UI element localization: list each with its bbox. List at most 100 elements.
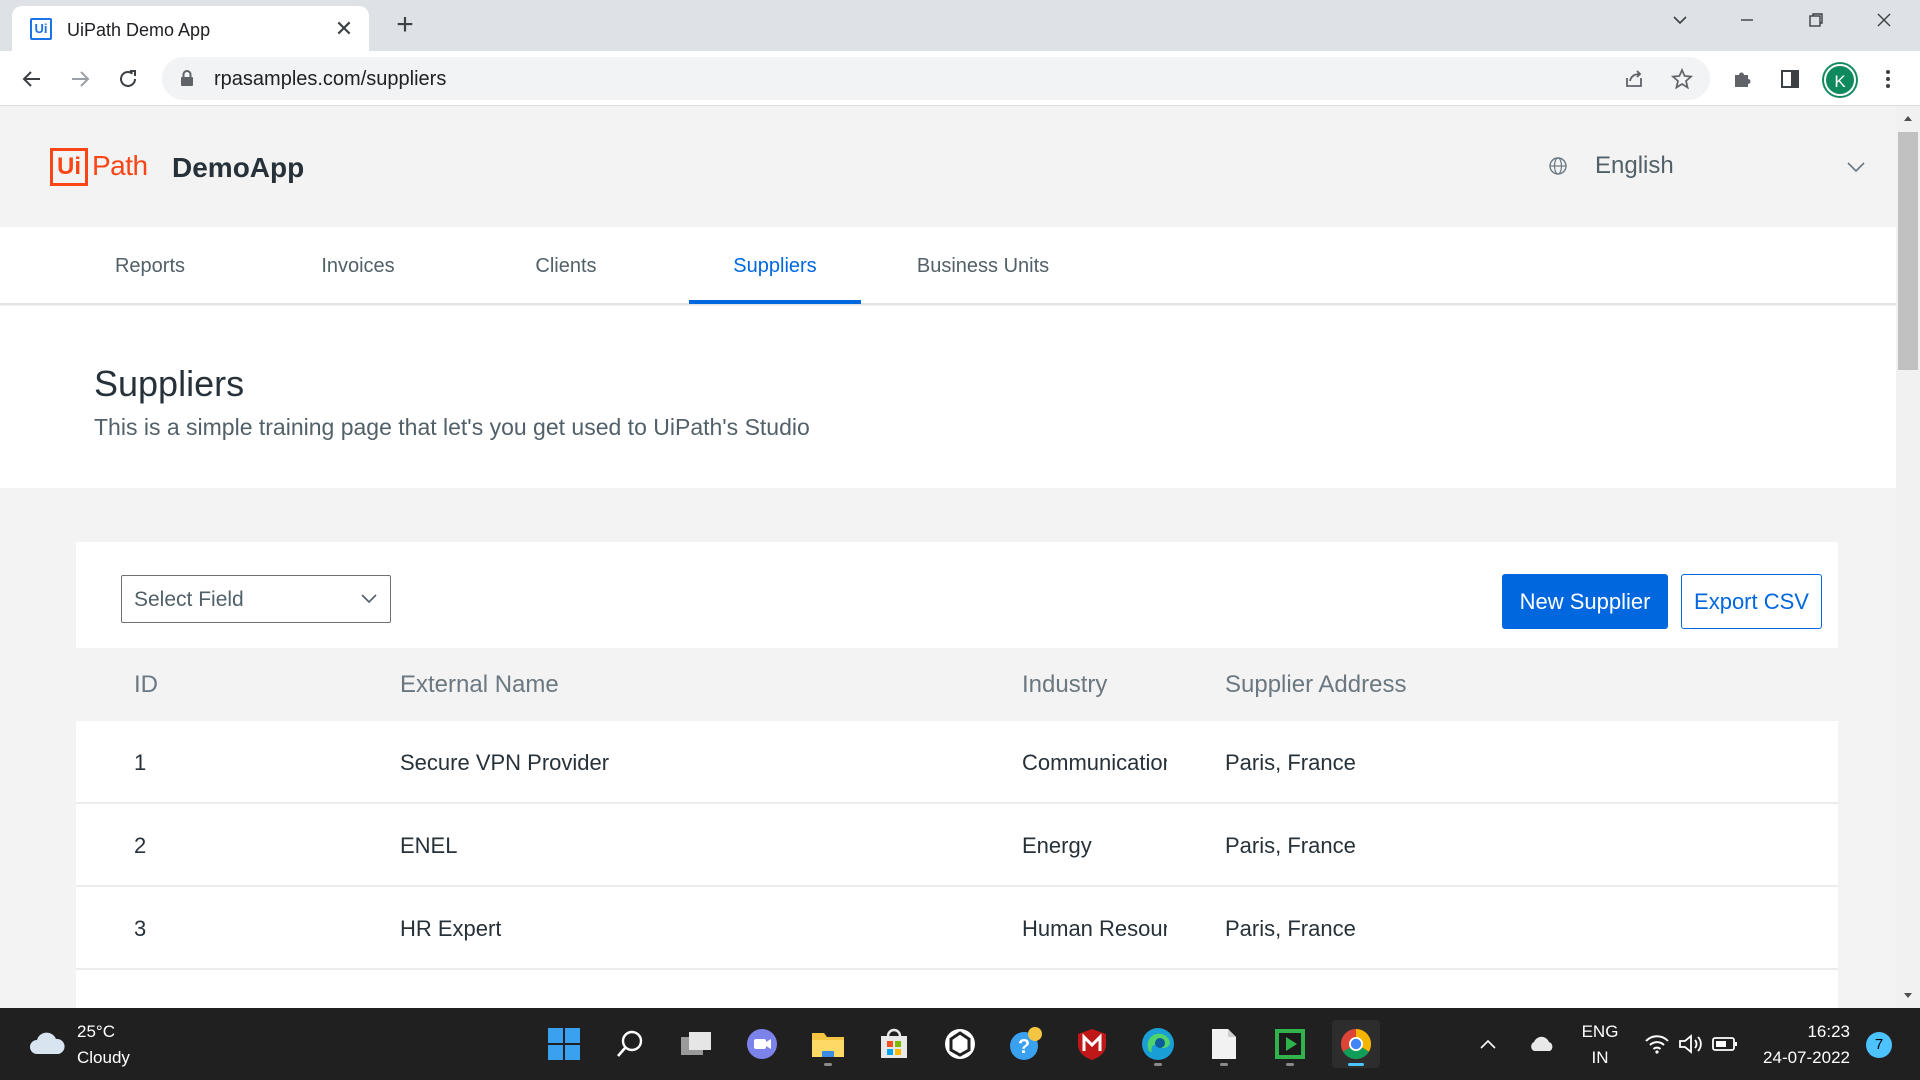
table-row[interactable]: 2 ENEL Energy Paris, France xyxy=(76,804,1838,887)
lock-icon[interactable] xyxy=(180,70,194,92)
input-language-line1[interactable]: ENG xyxy=(1574,1022,1626,1042)
notepad-file-icon[interactable] xyxy=(1200,1020,1248,1068)
app-name: DemoApp xyxy=(172,152,305,183)
uipath-logo-box: Ui xyxy=(50,148,88,186)
page-description: This is a simple training page that let'… xyxy=(94,414,810,440)
svg-text:?: ? xyxy=(1018,1036,1030,1058)
weather-condition[interactable]: Cloudy xyxy=(77,1048,130,1068)
cell-external-name: Secure VPN Provider xyxy=(400,750,610,775)
profile-avatar[interactable]: K xyxy=(1824,64,1856,96)
browser-tab[interactable]: Ui UiPath Demo App ✕ xyxy=(12,6,369,51)
table-row[interactable]: 3 HR Expert Human Resources Paris, Franc… xyxy=(76,887,1838,970)
tab-clients[interactable]: Clients xyxy=(506,227,626,305)
minimize-icon[interactable] xyxy=(1727,8,1767,38)
tab-title: UiPath Demo App xyxy=(67,20,211,40)
extensions-puzzle-icon[interactable] xyxy=(1728,65,1756,93)
tab-search-chevron-icon[interactable] xyxy=(1660,8,1700,38)
app-header: Ui Path DemoApp English xyxy=(0,106,1896,227)
main-nav: Reports Invoices Clients Suppliers Busin… xyxy=(0,227,1896,305)
close-window-icon[interactable] xyxy=(1864,8,1904,38)
address-bar[interactable]: rpasamples.com/suppliers xyxy=(162,57,1710,100)
cell-supplier-address: Paris, France xyxy=(1225,916,1356,941)
chevron-down-icon[interactable] xyxy=(1846,160,1866,178)
notification-count-badge[interactable]: 7 xyxy=(1866,1032,1892,1058)
close-tab-icon[interactable]: ✕ xyxy=(331,16,357,42)
taskbar: 25°C Cloudy ? ENG IN 16:23 24-07-2022 7 xyxy=(0,1008,1920,1080)
wifi-icon[interactable] xyxy=(1640,1020,1674,1068)
cell-id: 2 xyxy=(134,833,147,858)
active-app-indicator xyxy=(1348,1063,1364,1066)
input-language-line2[interactable]: IN xyxy=(1574,1048,1626,1068)
forward-arrow-icon[interactable] xyxy=(64,63,96,95)
tab-reports[interactable]: Reports xyxy=(90,227,210,305)
side-panel-icon[interactable] xyxy=(1776,65,1804,93)
back-arrow-icon[interactable] xyxy=(16,63,48,95)
battery-icon[interactable] xyxy=(1708,1020,1742,1068)
share-icon[interactable] xyxy=(1622,67,1646,91)
restore-icon[interactable] xyxy=(1796,8,1836,38)
weather-temperature[interactable]: 25°C xyxy=(77,1022,115,1042)
cell-id: 1 xyxy=(134,750,147,775)
cell-external-name: ENEL xyxy=(400,833,458,858)
page-title: Suppliers xyxy=(94,363,245,404)
table-row[interactable]: 1 Secure VPN Provider Communications Par… xyxy=(76,721,1838,804)
scroll-up-arrow-icon[interactable] xyxy=(1903,114,1913,122)
url-text[interactable]: rpasamples.com/suppliers xyxy=(214,68,446,91)
export-csv-button[interactable]: Export CSV xyxy=(1681,574,1822,629)
page-header: Suppliers This is a simple training page… xyxy=(0,306,1896,488)
running-indicator xyxy=(1220,1063,1228,1066)
table-header: ID External Name Industry Supplier Addre… xyxy=(76,648,1838,721)
file-explorer-icon[interactable] xyxy=(804,1020,852,1068)
select-field-dropdown[interactable]: Select Field xyxy=(121,575,391,623)
search-icon[interactable] xyxy=(606,1020,654,1068)
active-tab-indicator xyxy=(689,300,861,304)
globe-icon xyxy=(1548,156,1568,181)
cell-supplier-address: Paris, France xyxy=(1225,750,1356,775)
edge-browser-icon[interactable] xyxy=(1134,1020,1182,1068)
new-tab-icon[interactable]: + xyxy=(390,10,420,40)
suppliers-card: Select Field New Supplier Export CSV ID … xyxy=(76,542,1838,1008)
uipath-assistant-icon[interactable] xyxy=(936,1020,984,1068)
task-view-icon[interactable] xyxy=(672,1020,720,1068)
scrollbar-thumb[interactable] xyxy=(1898,132,1918,370)
column-header-industry[interactable]: Industry xyxy=(1022,648,1107,721)
teams-chat-icon[interactable] xyxy=(738,1020,786,1068)
uipath-favicon-icon: Ui xyxy=(30,18,52,40)
browser-menu-icon[interactable] xyxy=(1874,65,1902,93)
tab-suppliers[interactable]: Suppliers xyxy=(689,227,861,305)
select-field-placeholder: Select Field xyxy=(134,588,244,611)
cell-industry: Human Resources xyxy=(1022,916,1167,941)
chevron-down-icon xyxy=(360,592,378,610)
onedrive-cloud-icon[interactable] xyxy=(1522,1020,1562,1068)
chrome-browser-icon[interactable] xyxy=(1332,1020,1380,1068)
microsoft-store-icon[interactable] xyxy=(870,1020,918,1068)
help-tips-icon[interactable]: ? xyxy=(1002,1020,1050,1068)
start-windows-icon[interactable] xyxy=(540,1020,588,1068)
running-indicator xyxy=(824,1063,832,1066)
cloud-weather-icon[interactable] xyxy=(28,1030,66,1061)
tab-invoices[interactable]: Invoices xyxy=(298,227,418,305)
tab-business-units[interactable]: Business Units xyxy=(902,227,1064,305)
bookmark-star-icon[interactable] xyxy=(1670,67,1694,91)
cell-industry: Communications xyxy=(1022,750,1167,775)
reload-icon[interactable] xyxy=(112,63,144,95)
clock-date[interactable]: 24-07-2022 xyxy=(1750,1048,1850,1068)
page-viewport: Ui Path DemoApp English Reports Invoices… xyxy=(0,106,1896,1008)
mcafee-shield-icon[interactable] xyxy=(1068,1020,1116,1068)
column-header-external-name[interactable]: External Name xyxy=(400,648,559,721)
media-player-icon[interactable] xyxy=(1266,1020,1314,1068)
new-supplier-button[interactable]: New Supplier xyxy=(1502,574,1668,629)
running-indicator xyxy=(1286,1063,1294,1066)
uipath-logo-text: Path xyxy=(92,150,148,181)
cell-id: 3 xyxy=(134,916,147,941)
language-select[interactable]: English xyxy=(1595,152,1674,180)
column-header-supplier-address[interactable]: Supplier Address xyxy=(1225,648,1406,721)
volume-icon[interactable] xyxy=(1674,1020,1708,1068)
column-header-id[interactable]: ID xyxy=(134,648,158,721)
cell-supplier-address: Paris, France xyxy=(1225,833,1356,858)
running-indicator xyxy=(1154,1063,1162,1066)
cell-external-name: HR Expert xyxy=(400,916,502,941)
show-hidden-icons-chevron-icon[interactable] xyxy=(1470,1020,1506,1068)
scroll-down-arrow-icon[interactable] xyxy=(1903,992,1913,1000)
clock-time[interactable]: 16:23 xyxy=(1750,1022,1850,1042)
